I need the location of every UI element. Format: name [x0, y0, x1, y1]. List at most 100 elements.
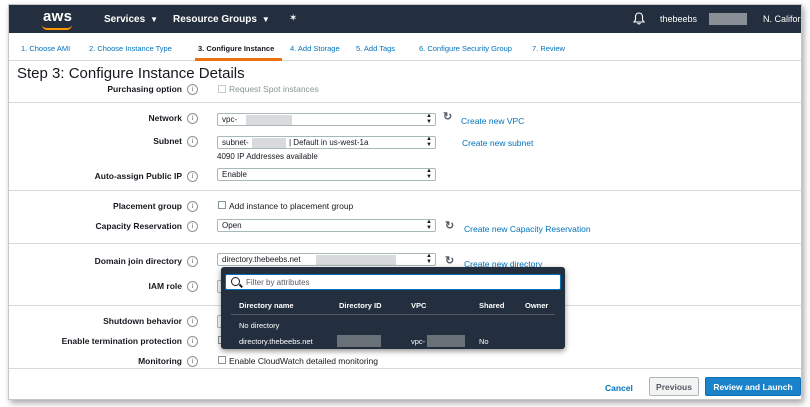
- create-vpc-link[interactable]: Create new VPC: [461, 116, 524, 126]
- search-icon: [231, 277, 240, 286]
- aws-logo[interactable]: aws: [43, 8, 72, 25]
- subnet-value-suffix: | Default in us-west-1a: [289, 138, 369, 147]
- refresh-icon[interactable]: ↻: [445, 219, 454, 232]
- iam-role-label: IAM role: [148, 281, 182, 291]
- column-header-directory-id[interactable]: Directory ID: [339, 301, 382, 310]
- column-header-vpc[interactable]: VPC: [411, 301, 426, 310]
- filter-box: [225, 274, 561, 290]
- page-title: Step 3: Configure Instance Details: [17, 65, 245, 82]
- dropdown-option-vpc: vpc-: [411, 337, 426, 346]
- browser-window: aws Services ▼ Resource Groups ▼ ✶ thebeeb…: [8, 4, 802, 400]
- spot-instances-label: Request Spot instances: [229, 84, 319, 94]
- domain-join-value: directory.thebeebs.net: [222, 255, 301, 264]
- info-icon[interactable]: i: [187, 256, 198, 267]
- resource-groups-label: Resource Groups: [173, 14, 257, 25]
- create-subnet-link[interactable]: Create new subnet: [462, 138, 533, 148]
- select-arrows-icon: ▲ ▼: [426, 253, 432, 265]
- tab-review[interactable]: 7. Review: [532, 44, 565, 53]
- public-ip-value: Enable: [222, 170, 247, 179]
- services-menu[interactable]: Services ▼: [104, 14, 158, 25]
- subnet-select[interactable]: subnet- | Default in us-west-1a ▲ ▼: [217, 136, 436, 149]
- tab-choose-instance-type[interactable]: 2. Choose Instance Type: [89, 44, 172, 53]
- cancel-button[interactable]: Cancel: [605, 383, 633, 393]
- column-header-shared[interactable]: Shared: [479, 301, 504, 310]
- refresh-icon[interactable]: ↻: [445, 254, 454, 267]
- dropdown-option-no-directory[interactable]: No directory: [239, 321, 279, 330]
- info-icon[interactable]: i: [187, 316, 198, 327]
- capacity-reservation-value: Open: [222, 221, 242, 230]
- redacted-vpc-id: [427, 335, 465, 347]
- services-label: Services: [104, 14, 146, 25]
- public-ip-label: Auto-assign Public IP: [94, 171, 182, 181]
- tab-add-tags[interactable]: 5. Add Tags: [356, 44, 395, 53]
- account-menu[interactable]: thebeebs: [660, 14, 697, 24]
- dropdown-option-directory-name[interactable]: directory.thebeebs.net: [239, 337, 313, 346]
- domain-join-select[interactable]: directory.thebeebs.net ▲ ▼: [217, 253, 436, 266]
- termination-protection-label: Enable termination protection: [61, 336, 182, 346]
- subnet-value-prefix: subnet-: [222, 138, 249, 147]
- redacted-directory-id: [316, 255, 396, 265]
- shutdown-behavior-label: Shutdown behavior: [103, 316, 182, 326]
- wizard-footer: Cancel Previous Review and Launch: [9, 368, 801, 399]
- info-icon[interactable]: i: [187, 171, 198, 182]
- divider: [9, 190, 801, 191]
- resource-groups-menu[interactable]: Resource Groups ▼: [173, 14, 270, 25]
- placement-group-label: Placement group: [113, 201, 182, 211]
- redacted-subnet-id: [252, 138, 286, 148]
- directory-dropdown: Directory name Directory ID VPC Shared O…: [221, 267, 565, 349]
- tab-configure-instance[interactable]: 3. Configure Instance: [198, 44, 274, 53]
- purchasing-option-label: Purchasing option: [107, 84, 182, 94]
- redacted-vpc-id: [246, 115, 292, 125]
- public-ip-select[interactable]: Enable ▲ ▼: [217, 168, 436, 181]
- subnet-label: Subnet: [153, 136, 182, 146]
- pin-icon[interactable]: ✶: [289, 13, 297, 24]
- info-icon[interactable]: i: [187, 84, 198, 95]
- select-arrows-icon: ▲ ▼: [426, 219, 432, 231]
- divider: [9, 243, 801, 244]
- tab-add-storage[interactable]: 4. Add Storage: [290, 44, 340, 53]
- tab-choose-ami[interactable]: 1. Choose AMI: [21, 44, 70, 53]
- spot-instances-checkbox[interactable]: [218, 85, 226, 93]
- info-icon[interactable]: i: [187, 113, 198, 124]
- info-icon[interactable]: i: [187, 136, 198, 147]
- header-divider: [231, 314, 555, 315]
- network-value: vpc-: [222, 115, 238, 124]
- tab-configure-security-group[interactable]: 6. Configure Security Group: [419, 44, 512, 53]
- cloudwatch-monitoring-checkbox[interactable]: [218, 356, 226, 364]
- chevron-down-icon: ▼: [261, 15, 270, 24]
- top-navigation-bar: aws Services ▼ Resource Groups ▼ ✶ thebeeb…: [9, 5, 801, 33]
- column-header-directory-name[interactable]: Directory name: [239, 301, 294, 310]
- capacity-reservation-label: Capacity Reservation: [95, 221, 182, 231]
- redacted-account-id: [709, 13, 747, 25]
- info-icon[interactable]: i: [187, 281, 198, 292]
- domain-join-label: Domain join directory: [94, 256, 182, 266]
- monitoring-label: Monitoring: [138, 356, 182, 366]
- filter-input[interactable]: [246, 276, 546, 288]
- ip-addresses-available: 4090 IP Addresses available: [217, 152, 318, 161]
- review-and-launch-button[interactable]: Review and Launch: [705, 377, 801, 396]
- redacted-directory-id: [337, 335, 381, 347]
- placement-group-checkbox[interactable]: [218, 201, 226, 209]
- select-arrows-icon: ▲ ▼: [426, 113, 432, 125]
- cloudwatch-monitoring-label: Enable CloudWatch detailed monitoring: [229, 356, 378, 366]
- wizard-steps: 1. Choose AMI 2. Choose Instance Type 3.…: [9, 33, 801, 61]
- create-capacity-reservation-link[interactable]: Create new Capacity Reservation: [464, 224, 591, 234]
- chevron-down-icon: ▼: [150, 15, 159, 24]
- info-icon[interactable]: i: [187, 221, 198, 232]
- bell-icon[interactable]: [633, 12, 645, 25]
- placement-group-checkbox-label: Add instance to placement group: [229, 201, 354, 211]
- select-arrows-icon: ▲ ▼: [426, 136, 432, 148]
- capacity-reservation-select[interactable]: Open ▲ ▼: [217, 219, 436, 232]
- info-icon[interactable]: i: [187, 336, 198, 347]
- network-label: Network: [148, 113, 182, 123]
- region-menu[interactable]: N. Californ: [763, 14, 801, 24]
- info-icon[interactable]: i: [187, 201, 198, 212]
- refresh-icon[interactable]: ↻: [443, 110, 452, 123]
- dropdown-option-shared: No: [479, 337, 489, 346]
- select-arrows-icon: ▲ ▼: [426, 168, 432, 180]
- divider: [9, 102, 801, 103]
- info-icon[interactable]: i: [187, 356, 198, 367]
- network-select[interactable]: vpc- ▲ ▼: [217, 113, 436, 126]
- previous-button[interactable]: Previous: [649, 377, 699, 396]
- column-header-owner[interactable]: Owner: [525, 301, 548, 310]
